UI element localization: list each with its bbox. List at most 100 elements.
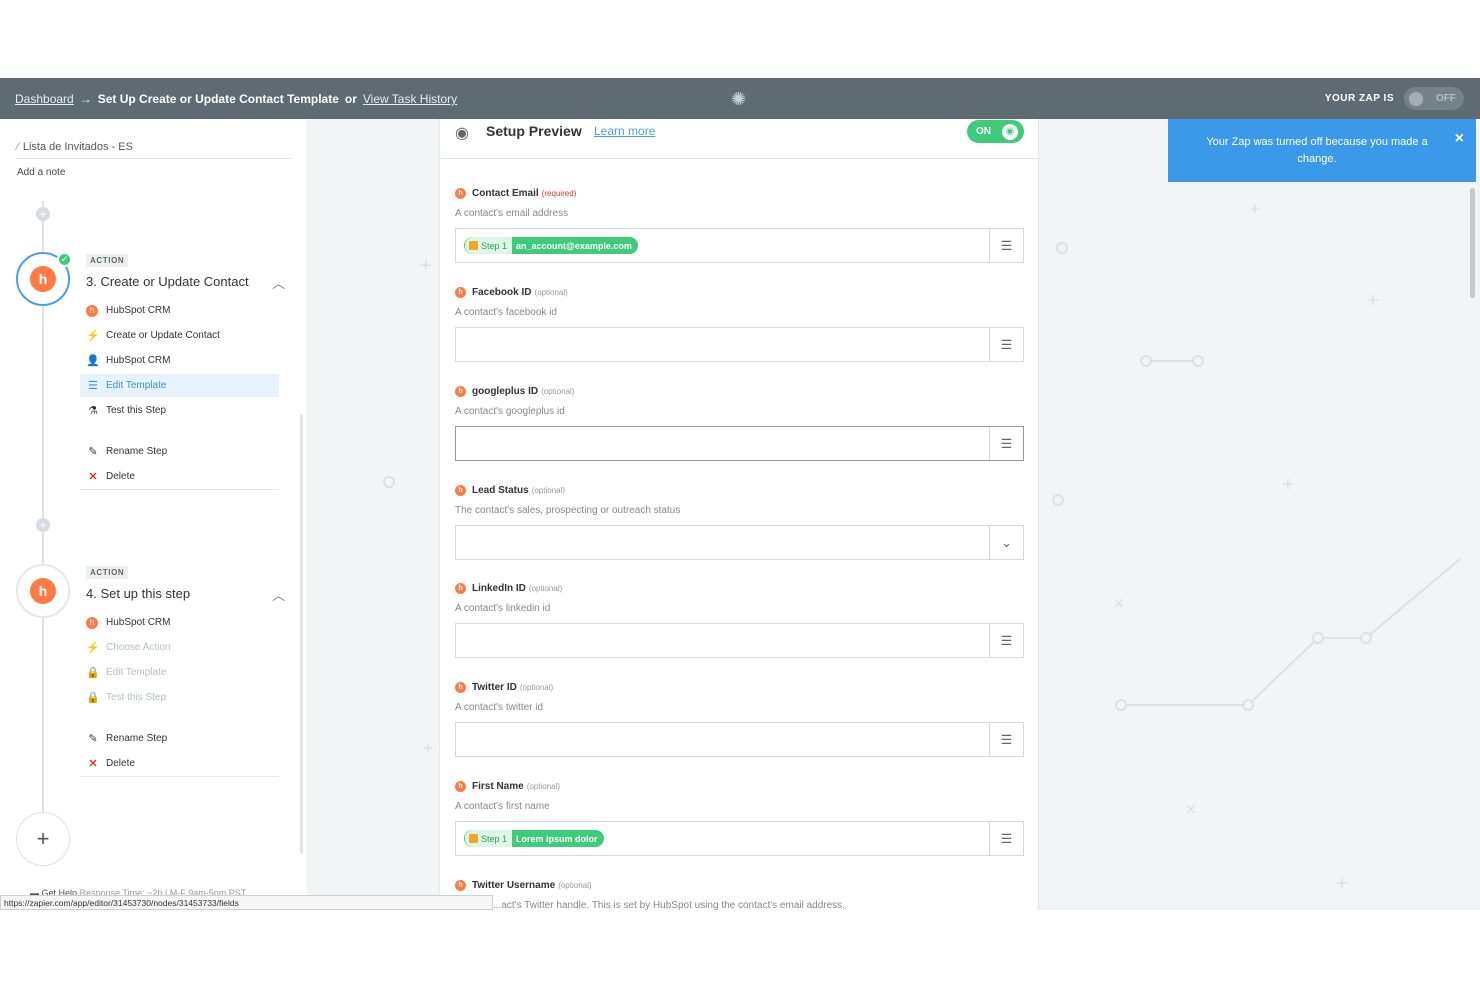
field-twitter-id: h Twitter ID (optional) A contact's twitte…	[455, 682, 1025, 757]
preview-toggle[interactable]: ON ◉	[967, 120, 1024, 143]
input-value[interactable]: Step 1 an_account@example.com	[456, 229, 989, 262]
googleplus-id-input[interactable]: ☰	[455, 426, 1024, 461]
action-tag: ACTION	[86, 566, 129, 579]
field-options-icon[interactable]: ☰	[989, 822, 1023, 855]
task-history-link[interactable]: View Task History	[363, 92, 457, 106]
zap-name[interactable]: ⁄ Lista de Invitados - ES	[17, 141, 292, 159]
dashboard-link[interactable]: Dashboard	[15, 92, 74, 106]
step-3-test[interactable]: ⚗ Test this Step	[80, 399, 279, 422]
app-icon	[469, 241, 478, 250]
field-options-icon[interactable]: ☰	[989, 427, 1023, 460]
list-icon: ☰	[88, 380, 98, 392]
menu-label: Delete	[106, 471, 135, 482]
step-4-test: 🔒 Test this Step	[80, 686, 279, 709]
zap-toggle[interactable]: OFF	[1404, 87, 1464, 110]
zap-off-notification: Your Zap was turned off because you made…	[1168, 119, 1476, 182]
chevron-up-icon[interactable]: ︿	[272, 585, 285, 604]
step-3-title[interactable]: 3. Create or Update Contact	[86, 274, 249, 289]
pencil-icon: ⁄	[17, 141, 19, 153]
contact-email-input[interactable]: Step 1 an_account@example.com ☰	[455, 228, 1024, 263]
step-3-rename[interactable]: ✎ Rename Step	[80, 440, 279, 463]
eye-icon: ◉	[1002, 123, 1018, 140]
breadcrumb-or: or	[344, 92, 357, 106]
breadcrumb-arrow: →	[79, 92, 92, 106]
sidebar-scrollbar[interactable]	[300, 414, 303, 854]
step-4-rename[interactable]: ✎ Rename Step	[80, 727, 279, 750]
action-tag: ACTION	[86, 254, 129, 267]
first-name-input[interactable]: Step 1 Lorem ipsum dolor ☰	[455, 821, 1024, 856]
input-value[interactable]	[456, 328, 989, 361]
lock-icon: 🔒	[86, 692, 100, 704]
input-value[interactable]	[456, 624, 989, 657]
twitter-id-input[interactable]: ☰	[455, 722, 1024, 757]
page-scrollbar[interactable]	[1470, 188, 1475, 298]
field-label: h Facebook ID (optional)	[455, 287, 1025, 298]
close-icon[interactable]: ×	[1455, 130, 1464, 147]
chevron-down-icon[interactable]: ⌄	[989, 526, 1023, 559]
field-lead-status: h Lead Status (optional) The contact's sal…	[455, 485, 1025, 560]
optional-tag: (optional)	[534, 288, 568, 297]
field-label: h LinkedIn ID (optional)	[455, 583, 1025, 594]
mapped-field-pill[interactable]: Step 1 an_account@example.com	[464, 237, 638, 254]
lead-status-select[interactable]: ⌄	[455, 525, 1024, 560]
hubspot-icon: h	[30, 578, 56, 604]
mapped-field-pill[interactable]: Step 1 Lorem ipsum dolor	[464, 830, 604, 847]
step-4-title[interactable]: 4. Set up this step	[86, 586, 190, 601]
field-help: A contact's googleplus id	[455, 406, 565, 417]
bolt-icon: ⚡	[86, 642, 100, 654]
pill-step-text: Step 1	[481, 833, 508, 844]
field-options-icon[interactable]: ☰	[989, 328, 1023, 361]
menu-label: HubSpot CRM	[106, 355, 171, 366]
step-3-action[interactable]: ⚡ Create or Update Contact	[80, 324, 279, 347]
zap-state-label: YOUR ZAP IS	[1324, 93, 1394, 104]
input-value[interactable]	[456, 526, 989, 559]
field-options-icon[interactable]: ☰	[989, 723, 1023, 756]
field-help: A contact's first name	[455, 801, 550, 812]
top-bar: Dashboard → Set Up Create or Update Cont…	[0, 78, 1480, 119]
step-4-delete[interactable]: ✕ Delete	[80, 752, 279, 775]
field-help: A contact's twitter id	[455, 702, 544, 713]
app-window: Dashboard → Set Up Create or Update Cont…	[0, 78, 1480, 910]
step-4-icon[interactable]: h	[16, 564, 70, 618]
step-3-edit-template[interactable]: ☰ Edit Template	[80, 374, 279, 397]
add-note-link[interactable]: Add a note	[17, 167, 65, 178]
step-3-delete[interactable]: ✕ Delete	[80, 465, 279, 488]
field-options-icon[interactable]: ☰	[989, 229, 1023, 262]
divider	[80, 489, 279, 490]
add-step-button[interactable]: +	[16, 812, 70, 866]
setup-panel: ◉ Setup Preview Learn more ON ◉ h Contact…	[439, 119, 1039, 910]
field-label: h Twitter Username (optional)	[455, 880, 1025, 891]
field-label: h Lead Status (optional)	[455, 485, 1025, 496]
input-value[interactable]	[456, 427, 989, 460]
step-3-icon[interactable]: h ✓	[16, 252, 72, 306]
hubspot-icon: h	[455, 386, 466, 397]
svg-text:×: ×	[1185, 799, 1197, 821]
field-help: The contact's sales, prospecting or outr…	[455, 505, 681, 516]
chevron-up-icon[interactable]: ︿	[272, 273, 285, 292]
pill-step: Step 1	[465, 830, 513, 847]
facebook-id-input[interactable]: ☰	[455, 327, 1024, 362]
field-googleplus-id: h googleplus ID (optional) A contact's goo…	[455, 386, 1025, 461]
add-step-small-button[interactable]: +	[36, 207, 50, 221]
svg-text:+: +	[422, 738, 434, 760]
toggle-knob	[1409, 91, 1423, 106]
step-3-account[interactable]: 👤 HubSpot CRM	[80, 349, 279, 372]
field-facebook-id: h Facebook ID (optional) A contact's faceb…	[455, 287, 1025, 362]
user-icon: 👤	[86, 355, 100, 367]
linkedin-id-input[interactable]: ☰	[455, 623, 1024, 658]
gear-icon[interactable]: ✺	[731, 89, 746, 110]
hubspot-icon: h	[455, 287, 466, 298]
step-3-app[interactable]: h HubSpot CRM	[80, 299, 279, 322]
panel-title: Setup Preview	[486, 123, 582, 139]
input-value[interactable]: Step 1 Lorem ipsum dolor	[456, 822, 989, 855]
eye-icon: ◉	[455, 125, 469, 142]
hubspot-icon: h	[455, 188, 466, 199]
field-label: h Contact Email (required)	[455, 188, 1025, 199]
add-step-small-button[interactable]: +	[36, 518, 50, 532]
field-label-text: googleplus ID	[472, 386, 539, 397]
input-value[interactable]	[456, 723, 989, 756]
learn-more-link[interactable]: Learn more	[594, 124, 655, 138]
step-4-app[interactable]: h HubSpot CRM	[80, 611, 279, 634]
field-label-text: First Name	[472, 781, 524, 792]
field-options-icon[interactable]: ☰	[989, 624, 1023, 657]
